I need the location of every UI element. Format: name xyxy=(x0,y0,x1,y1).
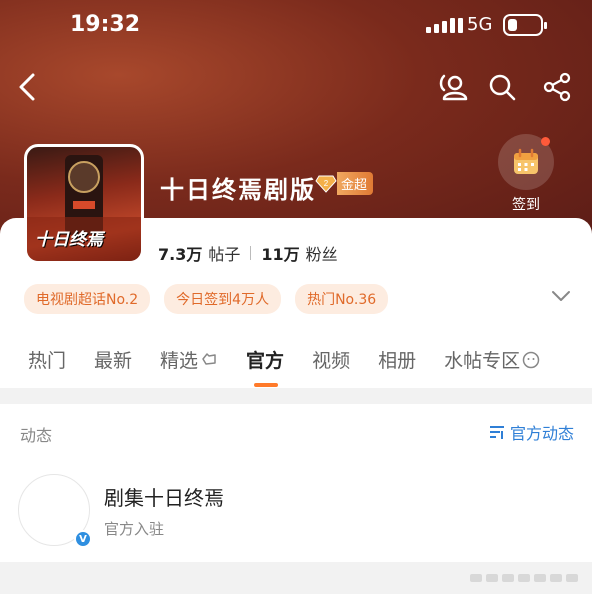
topic-title: 十日终焉剧版 xyxy=(160,176,316,204)
tag-tv-rank[interactable]: 电视剧超话No.2 xyxy=(24,284,151,314)
checkin-button[interactable] xyxy=(498,134,554,190)
tab-water-posts-label: 水帖专区 xyxy=(444,350,521,372)
network-type: 5G xyxy=(467,14,493,35)
topic-stats: 7.3万 帖子 11万 粉丝 xyxy=(158,241,338,265)
tab-latest[interactable]: 最新 xyxy=(94,346,132,373)
home-indicator xyxy=(470,574,578,582)
topic-avatar[interactable]: 十日终焉 xyxy=(24,144,144,264)
official-feed-link[interactable]: 官方动态 xyxy=(488,420,574,444)
tag-checkin-count[interactable]: 今日签到4万人 xyxy=(164,284,282,314)
tab-video[interactable]: 视频 xyxy=(312,346,350,373)
topic-tags: 电视剧超话No.2 今日签到4万人 热门No.36 xyxy=(24,284,389,314)
members-icon[interactable] xyxy=(437,70,471,104)
signal-icon xyxy=(426,18,463,33)
diamond-icon: 2 xyxy=(315,175,337,193)
fans-label: 粉丝 xyxy=(305,245,338,264)
topic-tabs: 热门 最新 精选 官方 视频 相册 水帖专区 xyxy=(28,346,568,387)
hand-icon xyxy=(202,353,216,365)
tab-official[interactable]: 官方 xyxy=(246,346,284,387)
status-time: 19:32 xyxy=(70,12,141,37)
calendar-icon xyxy=(514,148,538,174)
share-icon[interactable] xyxy=(540,70,574,104)
divider xyxy=(250,246,252,260)
dynamics-section: 动态 官方动态 V 剧集十日终焉 官方入驻 xyxy=(0,404,592,562)
posts-label: 帖子 xyxy=(208,245,241,264)
search-icon[interactable] xyxy=(485,70,519,104)
poster-title: 十日终焉 xyxy=(35,230,103,250)
section-title: 动态 xyxy=(20,426,53,445)
status-bar: 19:32 5G xyxy=(0,0,592,54)
verified-icon: V xyxy=(74,530,92,548)
notification-dot xyxy=(541,137,550,146)
checkin-label[interactable]: 签到 xyxy=(498,194,554,214)
battery-icon xyxy=(503,14,547,36)
back-icon[interactable] xyxy=(10,70,44,104)
tab-hot[interactable]: 热门 xyxy=(28,346,66,373)
svg-text:2: 2 xyxy=(324,179,329,188)
badge-label: 金超 xyxy=(337,171,374,195)
fans-count: 11万 xyxy=(261,245,300,264)
official-feed-label: 官方动态 xyxy=(509,424,574,443)
post-author-name[interactable]: 剧集十日终焉 xyxy=(104,482,224,511)
filter-icon xyxy=(489,426,504,439)
tab-featured-label: 精选 xyxy=(160,350,199,372)
tab-album[interactable]: 相册 xyxy=(378,346,416,373)
tag-hot-rank[interactable]: 热门No.36 xyxy=(295,284,389,314)
super-badge[interactable]: 2 金超 xyxy=(315,171,374,195)
post-author-subtitle: 官方入驻 xyxy=(104,520,165,538)
posts-count: 7.3万 xyxy=(158,245,203,264)
chevron-down-icon[interactable] xyxy=(551,288,571,307)
emoji-icon xyxy=(522,351,540,369)
tab-featured[interactable]: 精选 xyxy=(160,346,218,373)
tab-water-posts[interactable]: 水帖专区 xyxy=(444,346,540,373)
